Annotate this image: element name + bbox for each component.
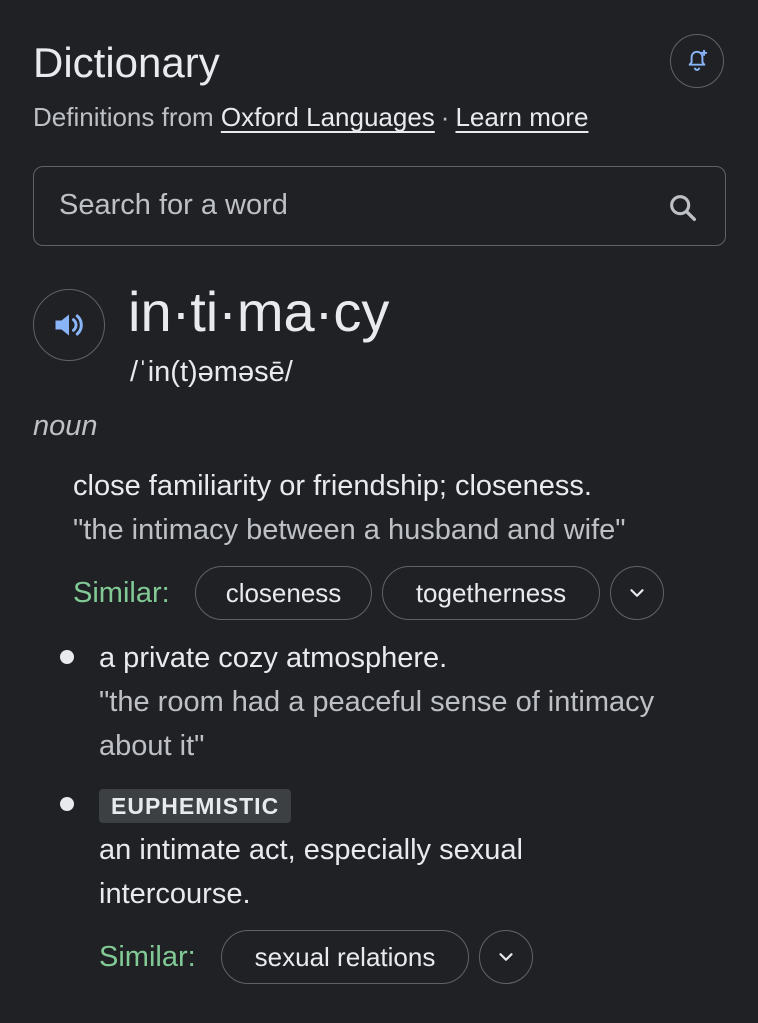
chevron-down-icon	[499, 953, 513, 961]
subtitle-prefix: Definitions from	[33, 102, 214, 132]
bullet	[60, 797, 74, 811]
speaker-icon	[55, 314, 83, 336]
oxford-languages-link[interactable]: Oxford Languages	[221, 102, 435, 132]
bullet	[60, 650, 74, 664]
similar-chip-closeness[interactable]: closeness	[195, 566, 372, 620]
chevron-down-icon	[630, 589, 644, 597]
source-attribution: Definitions from Oxford Languages · Learn …	[33, 101, 588, 133]
expand-similar-button[interactable]	[479, 930, 533, 984]
separator: ·	[440, 102, 450, 132]
definition-2: a private cozy atmosphere.	[99, 642, 448, 674]
register-label: EUPHEMISTIC	[99, 789, 292, 823]
notification-button[interactable]	[670, 34, 724, 88]
pronunciation: /ˈin(t)əməsē/	[130, 356, 293, 388]
definition-3-line-1: an intimate act, especially sexual	[99, 834, 523, 866]
similar-label-3: Similar:	[99, 941, 196, 973]
search-input[interactable]	[59, 185, 619, 225]
definition-3-line-2: intercourse.	[99, 878, 251, 910]
learn-more-link[interactable]: Learn more	[455, 102, 588, 132]
page-title: Dictionary	[33, 39, 220, 86]
part-of-speech: noun	[33, 410, 98, 442]
example-2-line-2: about it"	[99, 730, 205, 762]
play-pronunciation-button[interactable]	[33, 289, 105, 361]
definition-1: close familiarity or friendship; closene…	[73, 470, 592, 502]
search-icon[interactable]	[666, 191, 700, 225]
similar-chip-togetherness[interactable]: togetherness	[382, 566, 600, 620]
bell-plus-icon	[688, 49, 708, 71]
example-1: "the intimacy between a husband and wife…	[73, 514, 626, 546]
expand-similar-button[interactable]	[610, 566, 664, 620]
similar-label-1: Similar:	[73, 577, 170, 609]
headword: in·ti·ma·cy	[128, 280, 390, 343]
similar-chip-sexual-relations[interactable]: sexual relations	[221, 930, 469, 984]
example-2-line-1: "the room had a peaceful sense of intima…	[99, 686, 655, 718]
search-box[interactable]	[33, 166, 726, 246]
